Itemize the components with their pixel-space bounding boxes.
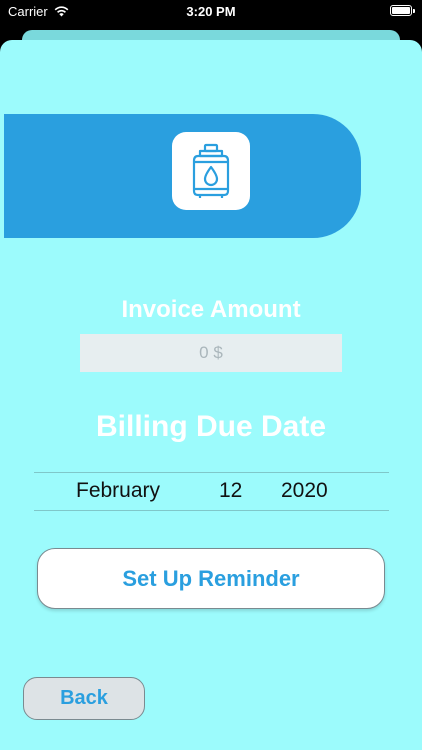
battery-icon: [390, 5, 415, 16]
date-picker-day[interactable]: 12: [219, 479, 242, 503]
billing-due-date-label: Billing Due Date: [95, 410, 327, 443]
date-picker[interactable]: February 12 2020: [34, 472, 389, 511]
status-bar: Carrier 3:20 PM: [0, 0, 422, 24]
set-up-reminder-button[interactable]: Set Up Reminder: [37, 548, 385, 609]
back-button[interactable]: Back: [23, 677, 145, 720]
date-picker-month[interactable]: February: [76, 479, 160, 503]
invoice-amount-input[interactable]: [80, 334, 342, 372]
date-picker-year[interactable]: 2020: [281, 479, 328, 503]
gas-cylinder-icon: [172, 132, 250, 210]
invoice-amount-label: Invoice Amount: [121, 296, 301, 323]
clock: 3:20 PM: [186, 4, 236, 19]
